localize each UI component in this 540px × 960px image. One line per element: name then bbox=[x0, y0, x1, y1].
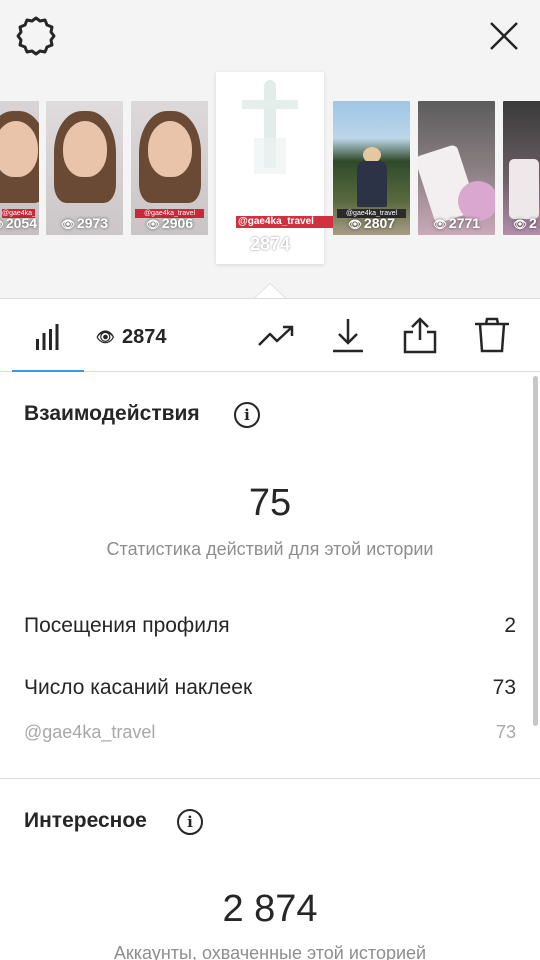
tab-views[interactable]: 👁 2874 bbox=[96, 323, 167, 351]
story-mention-tag: @gae4ka_travel bbox=[236, 216, 337, 228]
story-thumbnail[interactable]: @gae4ka_travel 👁 2807 bbox=[333, 101, 410, 235]
story-views: 👁2054 bbox=[0, 215, 37, 231]
story-strip-area: @gae4ka_travel 👁2054 👁2973 @gae4ka_trave… bbox=[0, 0, 540, 299]
story-toolbar: 👁 2874 bbox=[0, 298, 540, 372]
sticker-taps-value: 73 bbox=[492, 676, 516, 699]
close-icon[interactable] bbox=[484, 16, 524, 56]
bar-chart-icon bbox=[36, 324, 59, 350]
info-icon[interactable]: i bbox=[177, 809, 203, 835]
selected-story-thumbnail[interactable]: @gae4ka_travel 2874 bbox=[216, 72, 337, 264]
mention-sticker-label: @gae4ka_travel bbox=[24, 722, 156, 742]
interactions-total: 75 bbox=[248, 482, 292, 524]
story-thumbnail[interactable]: 👁 2 bbox=[503, 101, 540, 235]
interactions-title: Взаимодействия bbox=[24, 402, 200, 425]
selected-pointer bbox=[254, 284, 286, 299]
story-views: 👁 2 bbox=[513, 215, 537, 231]
discovery-total: 2 874 bbox=[222, 888, 318, 930]
story-thumbnail[interactable]: @gae4ka_travel 👁2054 bbox=[0, 101, 39, 235]
interactions-caption: Статистика действий для этой истории bbox=[106, 539, 434, 559]
share-icon[interactable] bbox=[400, 315, 440, 355]
eye-icon: 👁 bbox=[347, 219, 362, 231]
story-views: 👁 2973 bbox=[60, 215, 109, 231]
views-count: 2874 bbox=[122, 325, 167, 348]
eye-icon: 👁 bbox=[145, 219, 160, 231]
story-thumbnail[interactable]: 👁 2973 bbox=[46, 101, 123, 235]
story-views: 👁 2906 bbox=[145, 215, 194, 231]
eye-icon: 👁 bbox=[513, 219, 527, 231]
tab-insights[interactable] bbox=[12, 299, 84, 372]
info-icon[interactable]: i bbox=[234, 402, 260, 428]
trending-up-icon[interactable] bbox=[256, 315, 296, 355]
sticker-taps-label: Число касаний наклеек bbox=[24, 676, 253, 699]
story-thumbnail[interactable]: 👁 2771 bbox=[418, 101, 495, 235]
profile-visits-label: Посещения профиля bbox=[24, 614, 230, 637]
eye-icon: 👁 bbox=[96, 329, 116, 346]
insights-panel: Взаимодействия i 75 Статистика действий … bbox=[0, 372, 540, 960]
download-icon[interactable] bbox=[328, 315, 368, 355]
statue-image bbox=[242, 80, 298, 174]
story-views: 👁 2771 bbox=[432, 215, 481, 231]
discovery-caption: Аккаунты, охваченные этой историей bbox=[113, 943, 427, 960]
eye-icon: 👁 bbox=[0, 219, 4, 231]
section-divider bbox=[0, 778, 540, 779]
selected-story-views: 2874 bbox=[249, 234, 291, 254]
eye-icon: 👁 bbox=[60, 219, 75, 231]
mention-sticker-value: 73 bbox=[495, 722, 516, 742]
scrollbar[interactable] bbox=[533, 376, 538, 726]
discovery-title: Интересное bbox=[24, 809, 147, 832]
story-views: 👁 2807 bbox=[347, 215, 396, 231]
profile-visits-value: 2 bbox=[504, 614, 516, 637]
trash-icon[interactable] bbox=[472, 315, 512, 355]
gear-icon[interactable] bbox=[16, 16, 56, 56]
eye-icon: 👁 bbox=[432, 219, 447, 231]
story-thumbnail[interactable]: @gae4ka_travel 👁 2906 bbox=[131, 101, 208, 235]
